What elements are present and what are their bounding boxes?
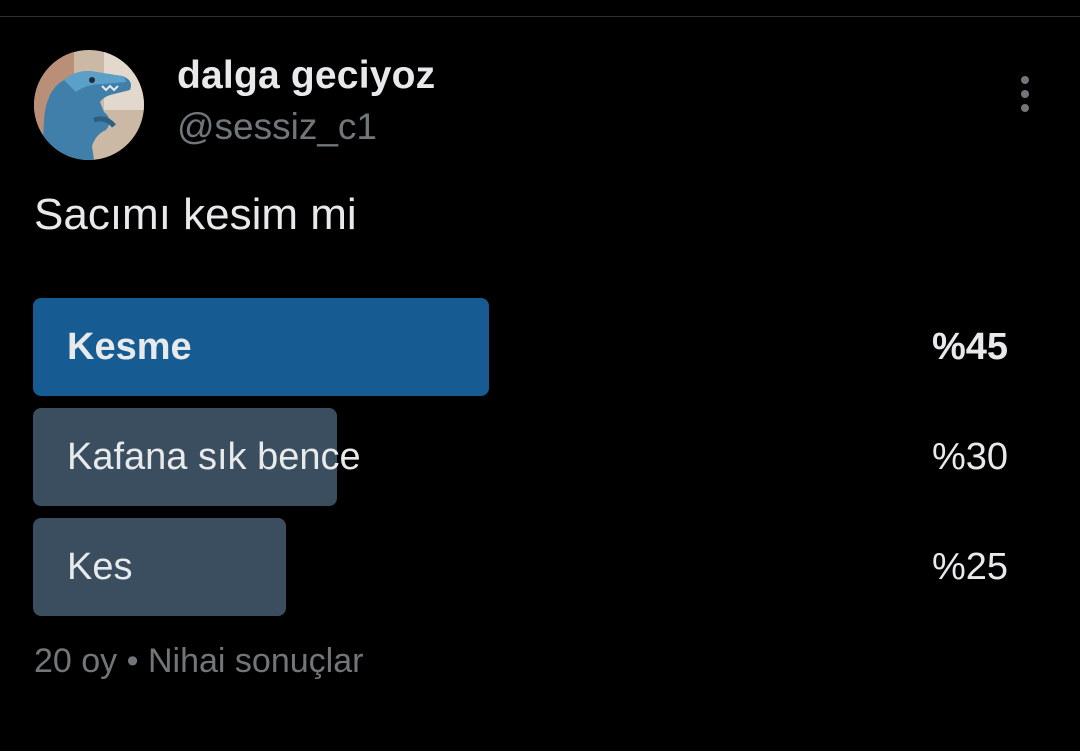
poll-option[interactable]: Kesme %45 xyxy=(33,298,1008,396)
more-options-button[interactable] xyxy=(1005,72,1045,116)
avatar[interactable] xyxy=(34,50,144,160)
more-vertical-icon xyxy=(1021,76,1029,112)
poll-meta-separator: • xyxy=(126,642,139,680)
display-name[interactable]: dalga geciyoz xyxy=(177,54,435,98)
poll-option-percent: %30 xyxy=(931,436,1008,478)
poll: Kesme %45 Kafana sık bence %30 Kes %25 xyxy=(33,298,1008,628)
poll-status: Nihai sonuçlar xyxy=(148,642,364,680)
poll-option[interactable]: Kafana sık bence %30 xyxy=(33,408,1008,506)
poll-option-label: Kes xyxy=(67,546,133,588)
poll-vote-count: 20 oy xyxy=(34,642,118,680)
poll-option[interactable]: Kes %25 xyxy=(33,518,1008,616)
tweet-text: Sacımı kesim mi xyxy=(34,190,357,239)
top-divider xyxy=(0,16,1080,17)
poll-option-label: Kafana sık bence xyxy=(67,436,361,478)
poll-option-label: Kesme xyxy=(67,326,192,368)
poll-option-percent: %25 xyxy=(931,546,1008,588)
user-handle[interactable]: @sessiz_c1 xyxy=(177,106,377,148)
poll-meta: 20 oy • Nihai sonuçlar xyxy=(34,642,363,681)
poll-option-percent: %45 xyxy=(931,326,1008,368)
dinosaur-avatar-icon xyxy=(34,50,144,160)
